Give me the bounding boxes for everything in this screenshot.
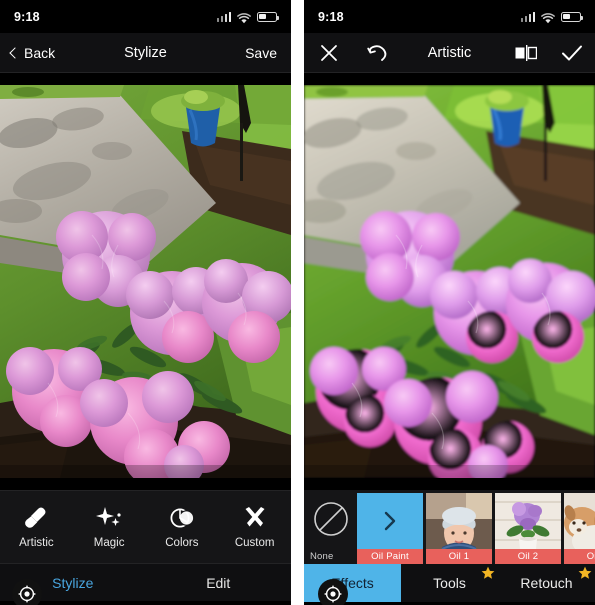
photo-canvas-stylized[interactable] — [304, 73, 595, 490]
filmstrip-item-none[interactable]: None — [308, 493, 354, 564]
left-phone-screen: 9:18 Back Stylize Save Artistic Magic Co… — [0, 0, 291, 605]
dual-screenshot-comparison: 9:18 Back Stylize Save Artistic Magic Co… — [0, 0, 595, 605]
crossed-brushes-icon — [242, 506, 268, 530]
filmstrip-item-oil-paint[interactable]: Oil Paint — [357, 493, 423, 564]
close-x-icon[interactable] — [318, 42, 340, 64]
right-phone-screen: 9:18 Artistic None Oil Paint Oil 1 Oil 2… — [304, 0, 595, 605]
filmstrip-item-oil-1[interactable]: Oil 1 — [426, 493, 492, 564]
tool-magic-label: Magic — [93, 536, 125, 549]
save-button[interactable]: Save — [245, 45, 277, 61]
photo-scene-stylized — [304, 85, 595, 478]
filmstrip-item-none-label: None — [310, 551, 334, 562]
tool-custom-label: Custom — [234, 536, 275, 549]
checkmark-icon[interactable] — [561, 42, 583, 64]
filmstrip-item-oil-3[interactable]: Oil 3 — [564, 493, 595, 564]
before-after-compare-icon[interactable] — [515, 42, 537, 64]
tab-edit[interactable]: Edit — [146, 575, 292, 591]
filmstrip-item-oil-paint-label: Oil Paint — [357, 549, 423, 564]
nav-bar-left: Back Stylize Save — [0, 33, 291, 73]
nav-bar-right: Artistic — [304, 33, 595, 73]
photo-image-original — [0, 85, 291, 478]
battery-icon — [257, 11, 280, 22]
status-bar-icons — [520, 11, 584, 24]
status-bar-icons — [216, 11, 280, 24]
wifi-icon — [237, 11, 251, 24]
filmstrip-item-oil-3-label: Oil 3 — [564, 549, 595, 564]
status-bar-left: 9:18 — [0, 0, 291, 33]
color-wheel-icon — [169, 506, 195, 530]
bottom-tabs-right: Effects Tools Retouch — [304, 564, 595, 605]
filmstrip-item-oil-2-label: Oil 2 — [495, 549, 561, 564]
sparkles-icon — [96, 506, 122, 530]
status-bar-clock: 9:18 — [318, 9, 344, 24]
stylize-tools-row: Artistic Magic Colors Custom — [0, 491, 291, 563]
tab-retouch-label: Retouch — [520, 575, 573, 591]
chevron-right-icon — [357, 493, 423, 549]
star-icon — [481, 566, 495, 580]
photo-scene-original — [0, 85, 291, 478]
tool-colors-label: Colors — [165, 536, 199, 549]
tool-magic[interactable]: Magic — [73, 506, 146, 549]
photo-canvas-original[interactable] — [0, 73, 291, 490]
tool-colors[interactable]: Colors — [146, 506, 219, 549]
back-button[interactable]: Back — [0, 45, 65, 61]
page-title: Artistic — [427, 44, 472, 61]
star-icon — [578, 566, 592, 580]
filmstrip-item-oil-2[interactable]: Oil 2 — [495, 493, 561, 564]
paintbrush-icon — [23, 506, 49, 530]
back-button-label: Back — [24, 44, 56, 61]
zoom-target-icon[interactable] — [12, 579, 42, 605]
tool-custom[interactable]: Custom — [218, 506, 291, 549]
tab-tools-label: Tools — [433, 575, 466, 591]
filmstrip-item-oil-1-label: Oil 1 — [426, 549, 492, 564]
panel-gap — [291, 0, 304, 605]
tab-retouch[interactable]: Retouch — [498, 564, 595, 602]
signal-icon — [216, 12, 231, 22]
zoom-target-icon[interactable] — [318, 579, 348, 605]
tool-artistic[interactable]: Artistic — [0, 506, 73, 549]
tool-artistic-label: Artistic — [19, 536, 54, 549]
signal-icon — [520, 12, 535, 22]
undo-arrow-icon[interactable] — [366, 42, 388, 64]
effects-filmstrip[interactable]: None Oil Paint Oil 1 Oil 2 O — [304, 490, 595, 564]
chevron-left-icon — [9, 46, 21, 59]
bottom-tabs-left: Stylize Edit — [0, 563, 292, 605]
status-bar-clock: 9:18 — [14, 9, 40, 24]
status-bar-right: 9:18 — [304, 0, 595, 33]
battery-icon — [561, 11, 584, 22]
tab-tools[interactable]: Tools — [401, 564, 498, 602]
photo-image-stylized — [304, 85, 595, 478]
wifi-icon — [541, 11, 555, 24]
